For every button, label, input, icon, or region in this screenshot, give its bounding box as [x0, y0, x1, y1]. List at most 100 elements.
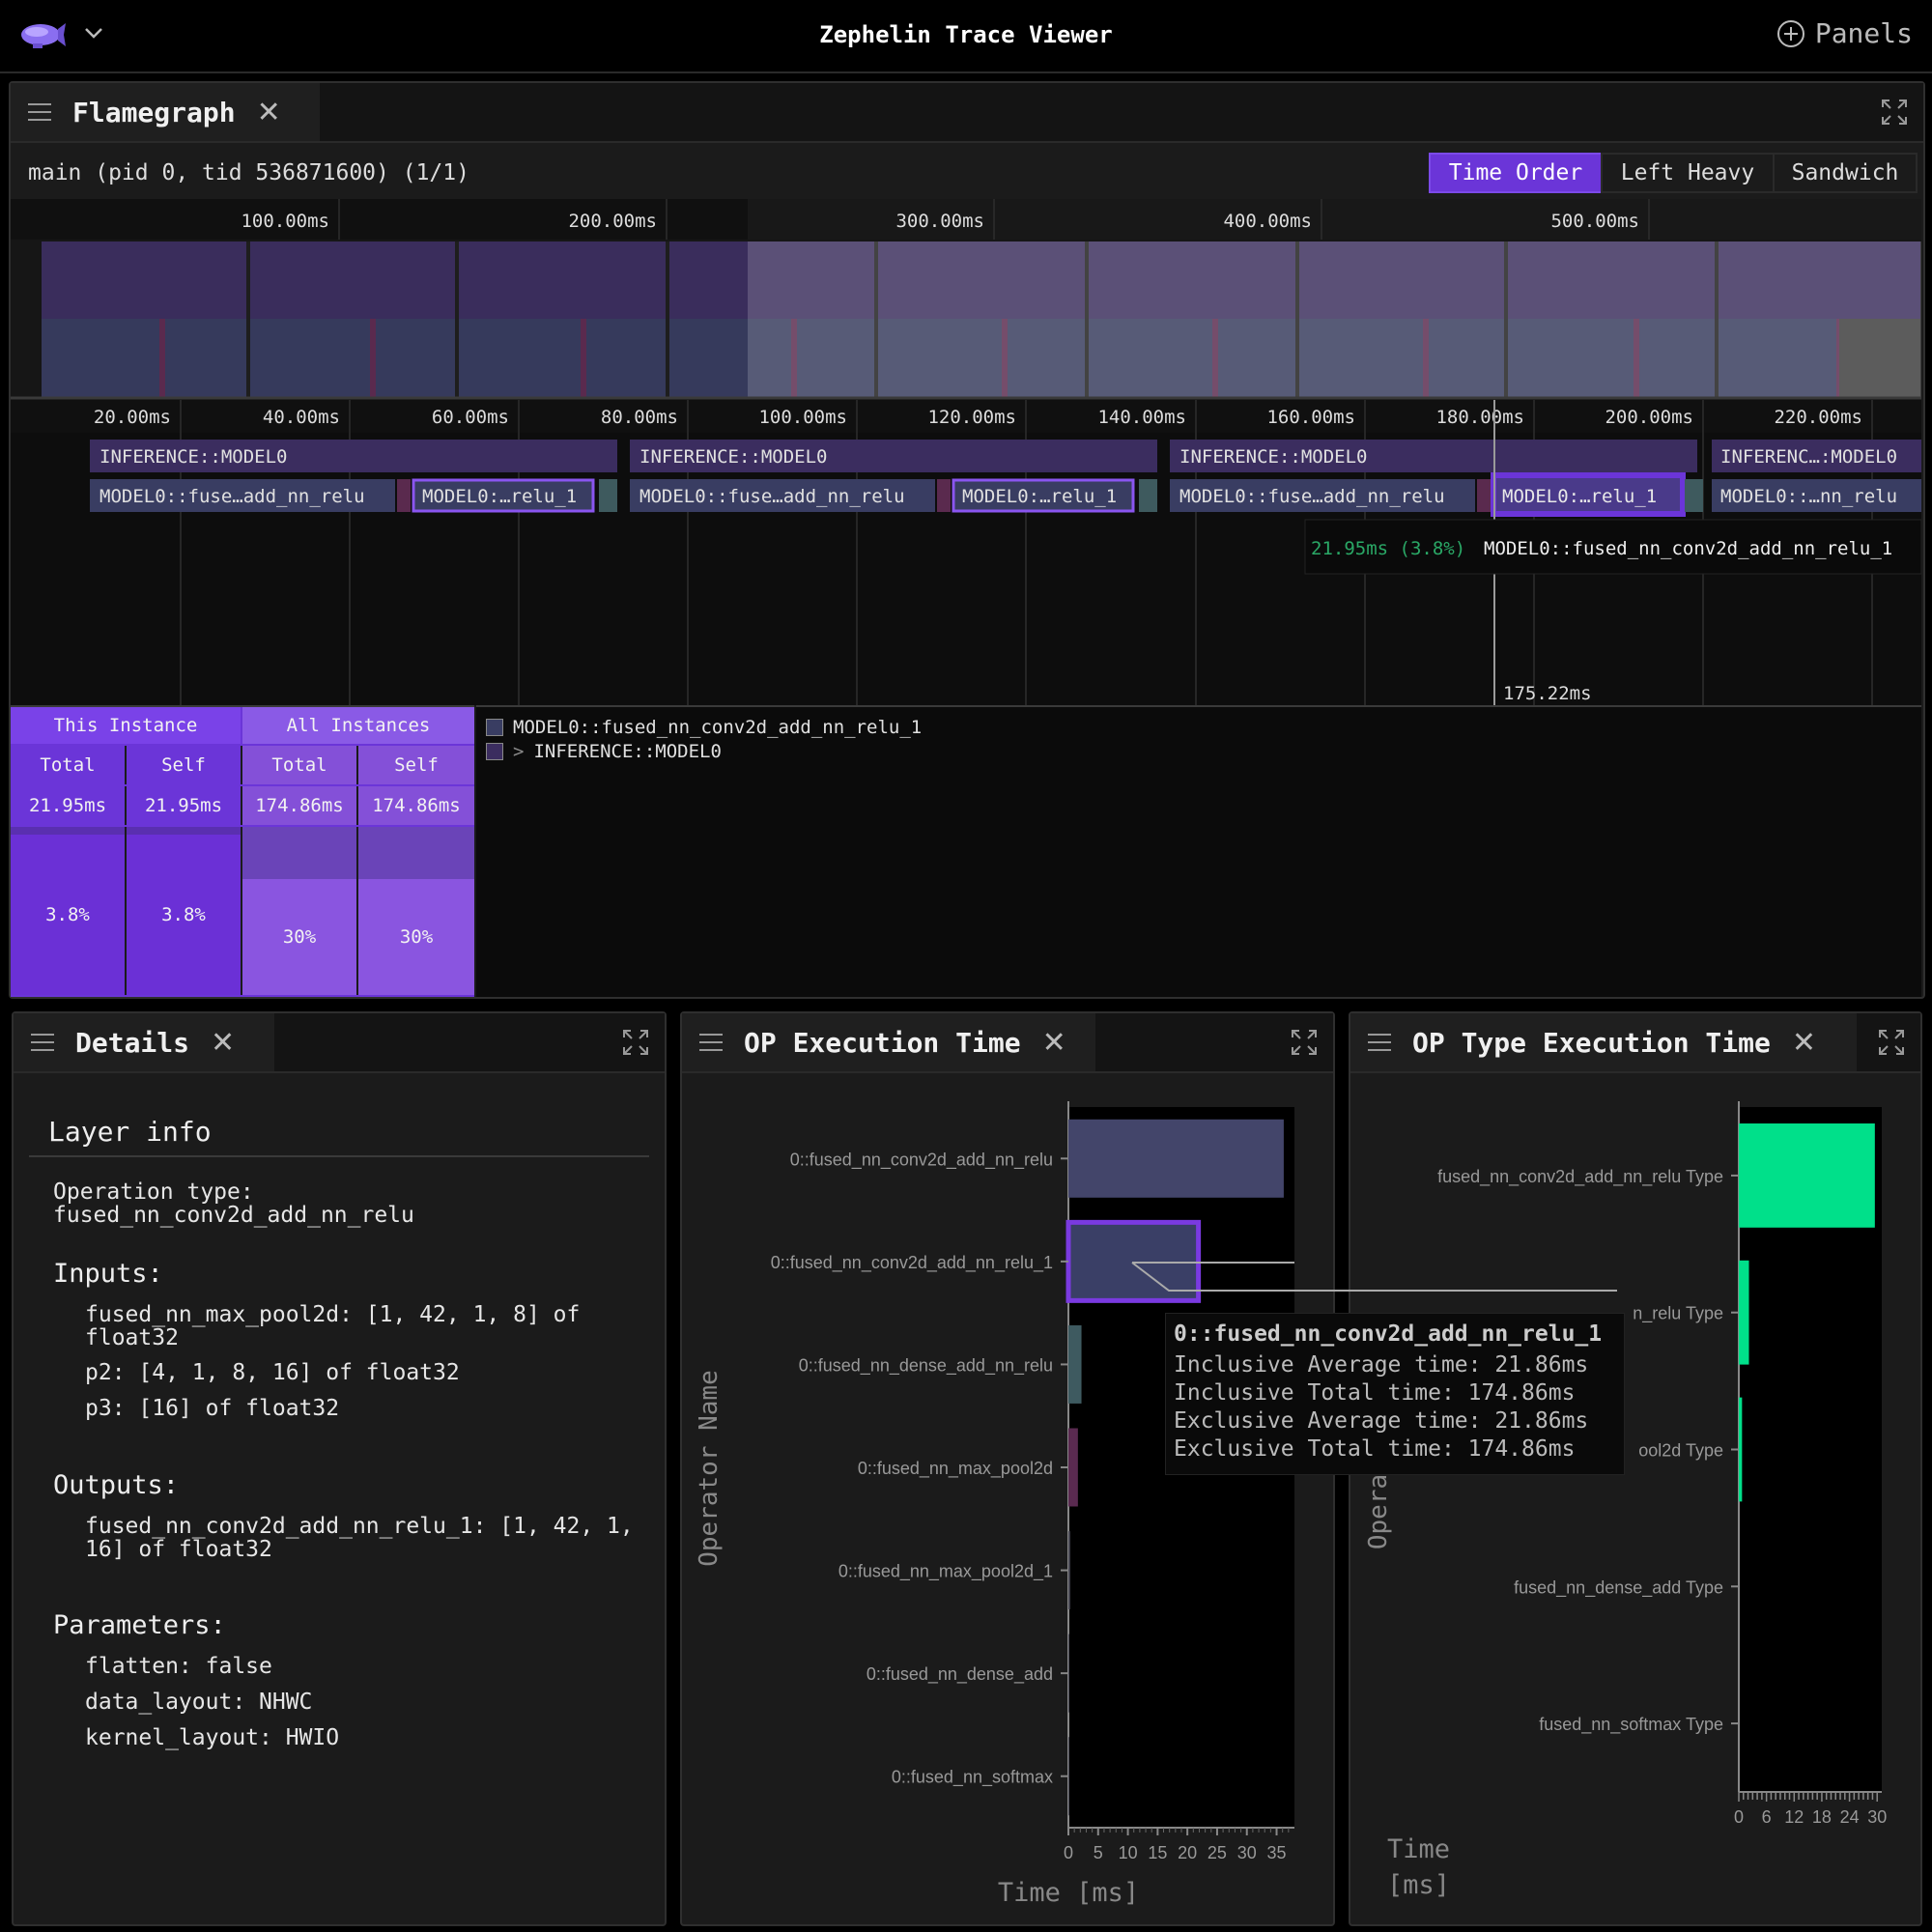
input-item: p3: [16] of float32: [85, 1396, 340, 1421]
expand-icon[interactable]: [1881, 99, 1908, 126]
x-axis-label: Time [ms]: [998, 1878, 1139, 1908]
stack-item[interactable]: MODEL0::fused_nn_conv2d_add_nn_relu_1: [486, 717, 922, 738]
x-tick-label: 12: [1784, 1807, 1804, 1827]
overview-tick: 500.00ms: [1550, 211, 1639, 232]
detail-tick: 40.00ms: [263, 407, 340, 428]
bar: [1068, 1324, 1082, 1404]
expand-arrow-icon[interactable]: >: [513, 741, 524, 762]
x-tick-label: 6: [1762, 1807, 1772, 1827]
detail-tick: 120.00ms: [927, 407, 1016, 428]
view-time-order-button[interactable]: Time Order: [1429, 153, 1603, 193]
stack-item-label: INFERENCE::MODEL0: [533, 741, 722, 762]
all-total-pct: 30%: [242, 879, 358, 995]
detail-tick: 20.00ms: [94, 407, 171, 428]
outputs-label: Outputs:: [53, 1470, 180, 1500]
x-tick-label: 30: [1867, 1807, 1887, 1827]
svg-text:INFERENCE::MODEL0: INFERENCE::MODEL0: [1179, 446, 1367, 468]
all-instances-header: All Instances: [242, 707, 474, 744]
op-exec-tabbar: OP Execution Time ✕: [682, 1013, 1333, 1073]
flame-frame[interactable]: MODEL0::fuse…add_nn_relu: [630, 479, 935, 512]
parameters-label: Parameters:: [53, 1610, 226, 1640]
divider: [29, 1155, 649, 1157]
detail-tick: 200.00ms: [1605, 407, 1693, 428]
tooltip-line: Exclusive Total time: 174.86ms: [1174, 1436, 1576, 1462]
plus-circle-icon: [1776, 19, 1804, 47]
all-total-value: 174.86ms: [242, 786, 358, 825]
op-type-tab-title: OP Type Execution Time: [1412, 1026, 1771, 1059]
thread-label: main (pid 0, tid 536871600) (1/1): [28, 160, 469, 185]
tab-flamegraph[interactable]: Flamegraph ✕: [11, 83, 320, 141]
view-left-heavy-button[interactable]: Left Heavy: [1601, 153, 1775, 193]
tooltip-line: Exclusive Average time: 21.86ms: [1174, 1408, 1589, 1434]
tooltip-line: Inclusive Average time: 21.86ms: [1174, 1352, 1589, 1378]
stack-item[interactable]: > INFERENCE::MODEL0: [486, 741, 722, 762]
flame-frame[interactable]: MODEL0::fuse…add_nn_relu: [1170, 479, 1475, 512]
flamegraph-tabbar: Flamegraph ✕: [11, 83, 1923, 143]
op-type-execution-chart[interactable]: fused_nn_conv2d_add_nn_relu Type n_relu T…: [1350, 1072, 1917, 1920]
input-item: fused_nn_max_pool2d: [1, 42, 1, 8] of fl…: [85, 1302, 581, 1351]
flame-frame-hovered[interactable]: MODEL0:…relu_1: [1491, 472, 1686, 517]
all-total-label: Total: [242, 746, 358, 784]
tab-details[interactable]: Details ✕: [14, 1013, 274, 1071]
close-icon[interactable]: ✕: [257, 96, 281, 129]
expand-icon[interactable]: [1291, 1029, 1318, 1056]
menu-icon[interactable]: [699, 1034, 723, 1051]
op-type-tabbar: OP Type Execution Time ✕: [1350, 1013, 1920, 1073]
tab-op-execution-time[interactable]: OP Execution Time ✕: [682, 1013, 1095, 1071]
y-tick-label: fused_nn_conv2d_add_nn_relu Type: [1437, 1167, 1723, 1187]
x-tick-label: 20: [1178, 1843, 1197, 1862]
x-tick-label: 5: [1094, 1843, 1103, 1862]
details-panel: Details ✕ Layer info Operation type: fus…: [12, 1011, 667, 1926]
detail-tick: 180.00ms: [1435, 407, 1524, 428]
view-sandwich-button[interactable]: Sandwich: [1773, 153, 1918, 193]
menu-icon[interactable]: [1368, 1034, 1391, 1051]
close-icon[interactable]: ✕: [1042, 1026, 1066, 1060]
svg-text:MODEL0:…relu_1: MODEL0:…relu_1: [1502, 486, 1657, 507]
x-axis-label: Time [ms]: [1387, 1834, 1465, 1900]
all-self-value: 174.86ms: [358, 786, 474, 825]
menu-icon[interactable]: [31, 1034, 54, 1051]
flame-frame[interactable]: MODEL0::fuse…add_nn_relu: [90, 479, 395, 512]
detail-tick: 160.00ms: [1266, 407, 1355, 428]
flame-frame[interactable]: INFERENCE::MODEL0: [90, 440, 617, 472]
x-tick-label: 30: [1237, 1843, 1257, 1862]
operation-type-label: Operation type:: [53, 1179, 254, 1205]
detail-tick: 140.00ms: [1097, 407, 1186, 428]
y-tick-label: 0::fused_nn_softmax: [892, 1768, 1053, 1788]
tooltip-line: Inclusive Total time: 174.86ms: [1174, 1380, 1576, 1406]
y-tick-label: 0::fused_nn_max_pool2d_1: [838, 1562, 1053, 1582]
tooltip-title: 0::fused_nn_conv2d_add_nn_relu_1: [1174, 1321, 1603, 1347]
svg-text:MODEL0::fuse…add_nn_relu: MODEL0::fuse…add_nn_relu: [99, 486, 365, 507]
y-tick-label: fused_nn_softmax Type: [1539, 1715, 1723, 1735]
detail-tick: 220.00ms: [1774, 407, 1862, 428]
menu-icon[interactable]: [28, 103, 51, 121]
this-self-pct: 3.8%: [127, 835, 242, 995]
overview-tick: 100.00ms: [241, 211, 329, 232]
expand-icon[interactable]: [1878, 1029, 1905, 1056]
flame-frame[interactable]: MODEL0::…nn_relu: [1712, 479, 1921, 512]
bar: [1068, 1737, 1069, 1816]
bar: [1739, 1397, 1743, 1502]
expand-icon[interactable]: [622, 1029, 649, 1056]
overview-minimap[interactable]: [11, 240, 1921, 398]
flame-frame[interactable]: INFERENC…:MODEL0: [1712, 440, 1921, 472]
detail-tick: 100.00ms: [758, 407, 847, 428]
close-icon[interactable]: ✕: [211, 1026, 235, 1060]
x-tick-label: 10: [1119, 1843, 1138, 1862]
details-tab-title: Details: [75, 1026, 190, 1059]
add-panels-button[interactable]: Panels: [1776, 17, 1913, 49]
parameter-item: kernel_layout: HWIO: [85, 1725, 340, 1750]
op-execution-chart[interactable]: 0::fused_nn_conv2d_add_nn_relu0::fused_n…: [682, 1072, 1329, 1920]
x-tick-label: 18: [1812, 1807, 1832, 1827]
bar: [1068, 1531, 1070, 1610]
y-axis-label: Opera: [1364, 1474, 1393, 1549]
flame-frame-selected[interactable]: MODEL0:…relu_1: [952, 478, 1135, 513]
flame-frame[interactable]: INFERENCE::MODEL0: [630, 440, 1157, 472]
flamegraph-canvas[interactable]: 100.00ms 200.00ms 300.00ms 400.00ms 500.…: [11, 199, 1921, 705]
flame-frame-selected[interactable]: MODEL0:…relu_1: [412, 478, 595, 513]
inputs-label: Inputs:: [53, 1259, 163, 1289]
close-icon[interactable]: ✕: [1792, 1026, 1816, 1060]
input-item: p2: [4, 1, 8, 16] of float32: [85, 1360, 460, 1385]
flame-frame[interactable]: INFERENCE::MODEL0: [1170, 440, 1697, 472]
tab-op-type-execution-time[interactable]: OP Type Execution Time ✕: [1350, 1013, 1857, 1071]
